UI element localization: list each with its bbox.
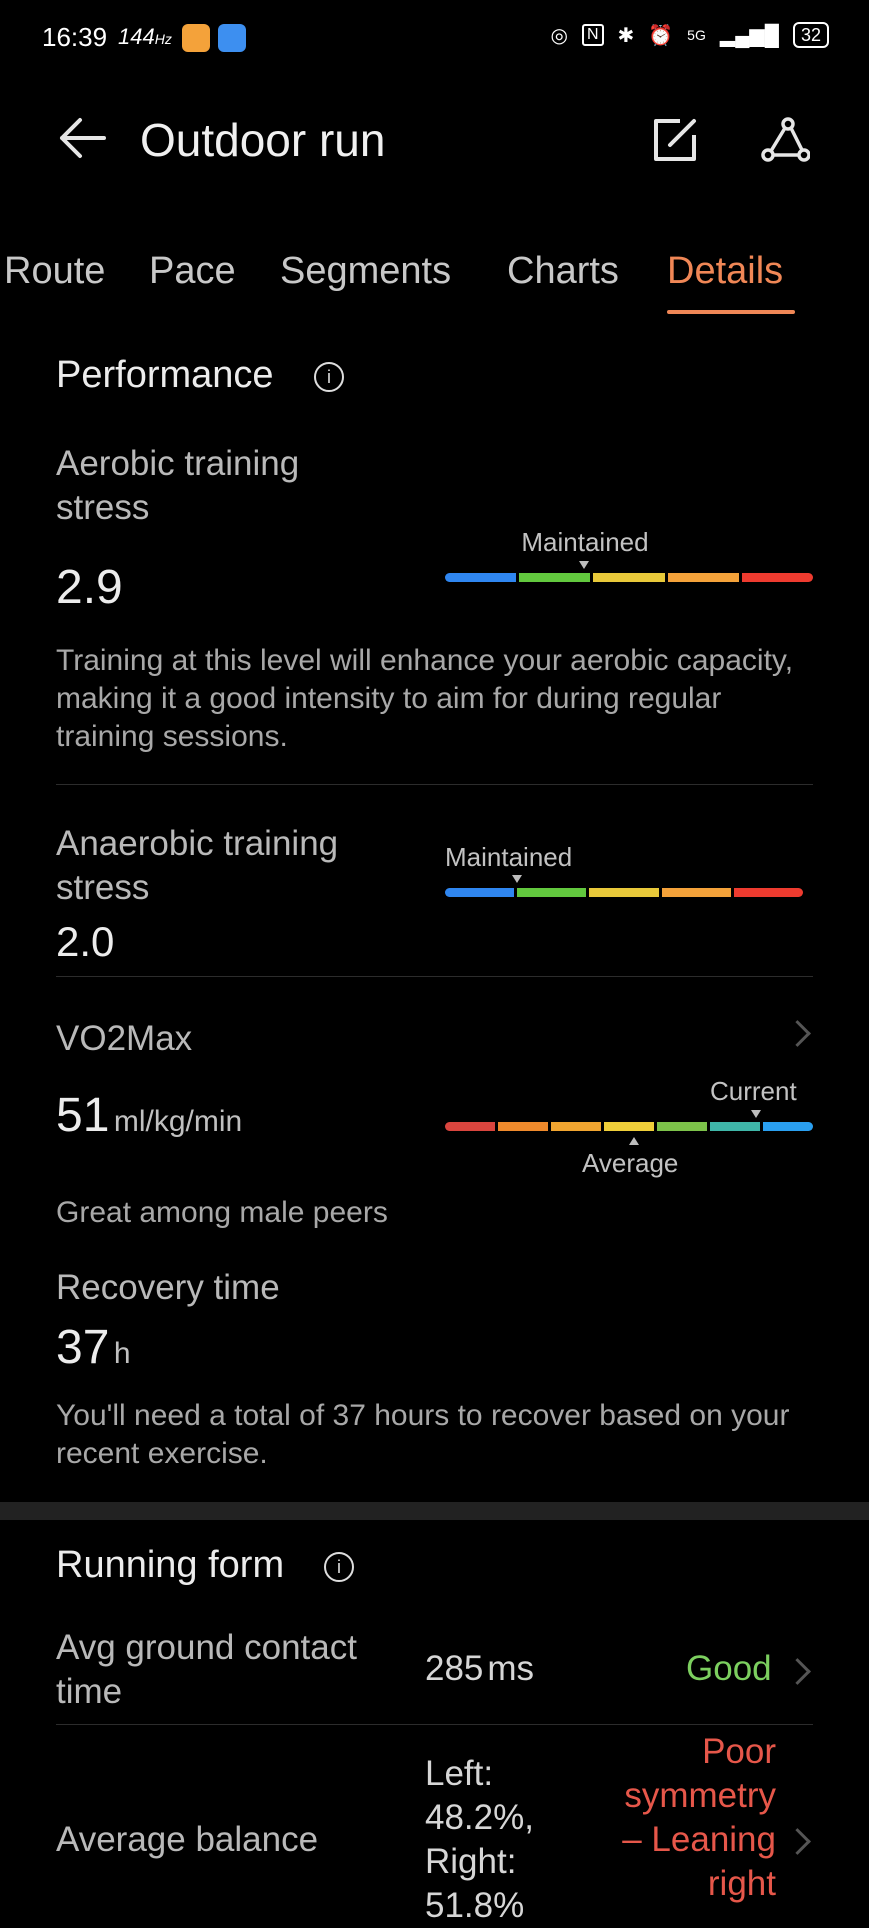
tab-charts[interactable]: Charts	[507, 250, 619, 293]
tab-segments[interactable]: Segments	[280, 250, 451, 293]
balance-label: Average balance	[56, 1820, 319, 1859]
tab-route[interactable]: Route	[4, 250, 105, 293]
divider	[56, 976, 813, 977]
ground-contact-label: Avg ground contact time	[56, 1628, 357, 1711]
ground-contact-value: 285	[425, 1649, 484, 1688]
ground-contact-unit: ms	[487, 1649, 535, 1688]
anaerobic-stress-bar	[445, 888, 804, 897]
refresh-unit: Hz	[154, 31, 172, 47]
anaerobic-bar-segment-4	[661, 888, 731, 897]
active-tab-indicator	[667, 310, 795, 314]
ground-contact-chevron-icon[interactable]	[784, 1658, 811, 1685]
anaerobic-bar-segment-3	[589, 888, 659, 897]
vo2max-value: 51	[56, 1089, 110, 1142]
running-form-title: Running form	[56, 1544, 285, 1586]
balance-rating[interactable]: Poor symmetry – Leaning right	[620, 1730, 776, 1906]
refresh-value: 144	[118, 24, 155, 49]
anaerobic-marker	[512, 875, 522, 883]
aerobic-value: 2.9	[56, 561, 123, 614]
aerobic-bar-segment-3	[593, 573, 665, 582]
vo2-bar-segment-4	[604, 1122, 654, 1131]
anaerobic-bar-segment-5	[733, 888, 804, 897]
page-title: Outdoor run	[140, 114, 386, 166]
ground-contact-value-group: 285 ms	[425, 1647, 534, 1691]
vo2max-chevron-icon[interactable]	[784, 1020, 811, 1047]
aerobic-stress-bar	[445, 573, 814, 582]
status-time: 16:39	[42, 22, 108, 52]
recovery-description: You'll need a total of 37 hours to recov…	[56, 1399, 790, 1470]
aerobic-bar-segment-5	[741, 573, 814, 582]
anaerobic-bar-segment-2	[517, 888, 587, 897]
section-separator	[0, 1502, 869, 1520]
vo2max-average-label: Average	[582, 1148, 679, 1178]
edit-icon[interactable]	[650, 115, 700, 165]
vo2max-unit: ml/kg/min	[113, 1105, 243, 1138]
divider	[56, 1724, 813, 1725]
vo2-bar-segment-7	[763, 1122, 813, 1131]
performance-title: Performance	[56, 354, 274, 396]
alarm-icon: ⏰	[648, 24, 674, 47]
divider	[56, 784, 813, 785]
vo2-bar-segment-5	[657, 1122, 707, 1131]
vo2max-current-label: Current	[710, 1076, 797, 1106]
anaerobic-bar-segment-1	[445, 888, 515, 897]
battery-icon: 32	[792, 22, 829, 48]
recovery-label: Recovery time	[56, 1268, 280, 1307]
status-icons: ◎ N ✱ ⏰ 5G ▂▄▆█ 32	[550, 22, 829, 48]
anaerobic-label: Anaerobic training stress	[56, 824, 339, 907]
network-label: 5G	[687, 27, 706, 43]
recovery-value-group: 37 h	[56, 1320, 131, 1375]
vo2-bar-segment-3	[551, 1122, 601, 1131]
vo2-bar-segment-6	[710, 1122, 760, 1131]
recovery-value: 37	[56, 1321, 110, 1374]
aerobic-level: Maintained	[521, 527, 649, 557]
vo2max-current-marker	[751, 1110, 761, 1118]
aerobic-description: Training at this level will enhance your…	[56, 644, 794, 753]
app-notification-icon	[182, 24, 210, 52]
bluetooth-icon: ✱	[617, 24, 635, 47]
anaerobic-level: Maintained	[445, 842, 573, 872]
info-icon[interactable]: i	[324, 1552, 354, 1582]
vo2-bar-segment-2	[498, 1122, 548, 1131]
aerobic-marker	[579, 561, 589, 569]
vo2max-average-marker	[629, 1137, 639, 1145]
tab-pace[interactable]: Pace	[149, 250, 236, 293]
vo2max-comment: Great among male peers	[56, 1196, 388, 1229]
recovery-unit: h	[113, 1337, 131, 1370]
refresh-rate: 144Hz	[118, 24, 172, 50]
nfc-icon: N	[581, 24, 604, 46]
calendar-notification-icon	[218, 24, 246, 52]
vo2max-label[interactable]: VO2Max	[56, 1017, 192, 1061]
aerobic-bar-segment-1	[445, 573, 517, 582]
signal-icon: ▂▄▆█	[719, 24, 779, 47]
tab-details[interactable]: Details	[667, 250, 783, 293]
vo2max-value-group: 51 ml/kg/min	[56, 1088, 242, 1143]
ground-contact-rating[interactable]: Good	[686, 1649, 772, 1689]
aerobic-label: Aerobic training stress	[56, 444, 300, 527]
aerobic-bar-segment-4	[667, 573, 739, 582]
anaerobic-value: 2.0	[56, 918, 115, 965]
info-icon[interactable]: i	[314, 362, 344, 392]
aerobic-bar-segment-2	[519, 573, 591, 582]
vo2-bar-segment-1	[445, 1122, 495, 1131]
vo2max-scale-bar	[445, 1122, 813, 1131]
balance-value: Left: 48.2%, Right: 51.8%	[425, 1754, 534, 1925]
hotspot-icon: ◎	[550, 24, 568, 47]
route-icon[interactable]	[760, 115, 810, 165]
back-arrow-icon[interactable]	[56, 116, 108, 160]
balance-chevron-icon[interactable]	[784, 1828, 811, 1855]
